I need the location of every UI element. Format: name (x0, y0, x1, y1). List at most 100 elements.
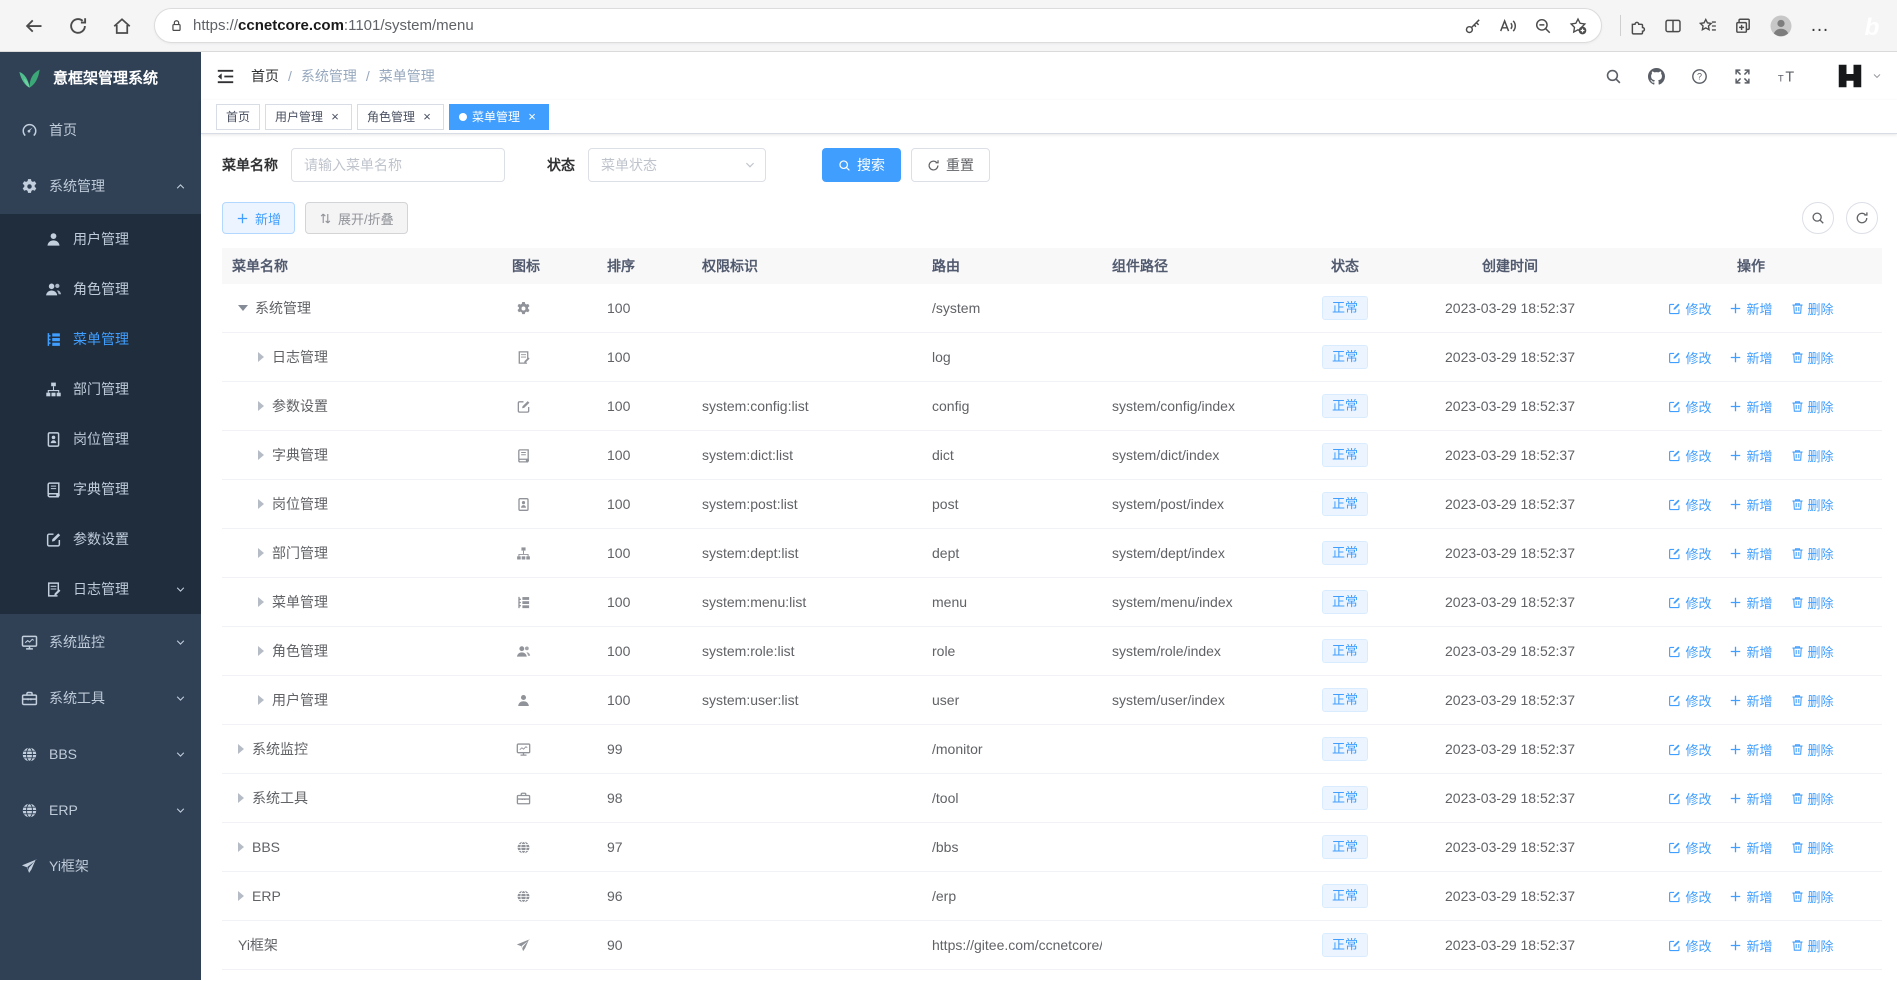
add-link[interactable]: 新增 (1729, 838, 1773, 857)
sidebar-item-gauge[interactable]: 首页 (0, 102, 201, 158)
delete-link[interactable]: 删除 (1791, 299, 1834, 318)
sidebar-item-pen[interactable]: 参数设置 (0, 514, 201, 564)
toggle-search-button[interactable] (1802, 202, 1834, 234)
edit-link[interactable]: 修改 (1668, 887, 1711, 906)
edit-link[interactable]: 修改 (1668, 348, 1711, 367)
back-icon[interactable] (24, 16, 44, 36)
delete-link[interactable]: 删除 (1791, 740, 1834, 759)
add-link[interactable]: 新增 (1729, 446, 1773, 465)
edit-link[interactable]: 修改 (1668, 740, 1711, 759)
sidebar-item-tree[interactable]: 部门管理 (0, 364, 201, 414)
add-link[interactable]: 新增 (1729, 348, 1773, 367)
sidebar-item-send[interactable]: Yi框架 (0, 838, 201, 894)
fullscreen-icon[interactable] (1734, 68, 1751, 85)
profile-avatar[interactable] (1769, 14, 1793, 38)
add-button[interactable]: 新增 (222, 202, 296, 234)
sidebar-item-book[interactable]: 字典管理 (0, 464, 201, 514)
expand-row-icon[interactable] (258, 352, 269, 362)
delete-link[interactable]: 删除 (1791, 544, 1834, 563)
expand-row-icon[interactable] (238, 891, 249, 901)
sidebar-item-globe[interactable]: BBS (0, 726, 201, 782)
edit-link[interactable]: 修改 (1668, 691, 1711, 710)
tab-close-icon[interactable]: × (328, 109, 342, 124)
add-link[interactable]: 新增 (1729, 299, 1773, 318)
font-size-icon[interactable] (1777, 68, 1799, 85)
tab-item[interactable]: 角色管理 × (357, 103, 445, 130)
expand-row-icon[interactable] (258, 450, 269, 460)
sidebar-item-users[interactable]: 角色管理 (0, 264, 201, 314)
search-button[interactable]: 搜索 (822, 148, 901, 182)
edit-link[interactable]: 修改 (1668, 495, 1711, 514)
delete-link[interactable]: 删除 (1791, 691, 1834, 710)
search-icon[interactable] (1605, 68, 1622, 85)
reload-icon[interactable] (68, 16, 88, 36)
add-favorite-star-icon[interactable] (1569, 17, 1587, 35)
delete-link[interactable]: 删除 (1791, 446, 1834, 465)
edit-link[interactable]: 修改 (1668, 936, 1711, 955)
delete-link[interactable]: 删除 (1791, 789, 1834, 808)
add-link[interactable]: 新增 (1729, 887, 1773, 906)
reset-button[interactable]: 重置 (911, 148, 990, 182)
expand-row-icon[interactable] (238, 744, 249, 754)
expand-row-icon[interactable] (258, 597, 269, 607)
delete-link[interactable]: 删除 (1791, 887, 1834, 906)
refresh-table-button[interactable] (1846, 202, 1878, 234)
menu-name-input[interactable] (291, 148, 505, 182)
expand-row-icon[interactable] (238, 793, 249, 803)
edit-link[interactable]: 修改 (1668, 642, 1711, 661)
expand-row-icon[interactable] (238, 842, 249, 852)
favorites-icon[interactable] (1699, 17, 1717, 35)
zoom-out-icon[interactable] (1534, 17, 1552, 35)
delete-link[interactable]: 删除 (1791, 936, 1834, 955)
add-link[interactable]: 新增 (1729, 593, 1773, 612)
edit-link[interactable]: 修改 (1668, 593, 1711, 612)
add-link[interactable]: 新增 (1729, 642, 1773, 661)
sidebar-item-monitor[interactable]: 系统监控 (0, 614, 201, 670)
sidebar-item-menu[interactable]: 菜单管理 (0, 314, 201, 364)
user-avatar-menu[interactable] (1835, 61, 1882, 91)
app-logo[interactable]: 意框架管理系统 (0, 52, 201, 102)
bing-icon[interactable] (1851, 5, 1893, 47)
add-link[interactable]: 新增 (1729, 544, 1773, 563)
tab-item[interactable]: 用户管理 × (265, 103, 353, 130)
home-icon[interactable] (112, 16, 132, 36)
delete-link[interactable]: 删除 (1791, 838, 1834, 857)
edit-link[interactable]: 修改 (1668, 446, 1711, 465)
status-select[interactable]: 菜单状态 (588, 148, 766, 182)
sidebar-item-log[interactable]: 日志管理 (0, 564, 201, 614)
edit-link[interactable]: 修改 (1668, 789, 1711, 808)
add-link[interactable]: 新增 (1729, 936, 1773, 955)
collapse-sidebar-icon[interactable] (216, 67, 235, 86)
expand-row-icon[interactable] (258, 695, 269, 705)
sidebar-item-user[interactable]: 用户管理 (0, 214, 201, 264)
sidebar-item-globe[interactable]: ERP (0, 782, 201, 838)
edit-link[interactable]: 修改 (1668, 397, 1711, 416)
collapse-row-icon[interactable] (238, 305, 248, 316)
breadcrumb-system[interactable]: 系统管理 (301, 66, 357, 86)
add-link[interactable]: 新增 (1729, 789, 1773, 808)
extensions-icon[interactable] (1629, 17, 1647, 35)
help-icon[interactable] (1691, 68, 1708, 85)
add-link[interactable]: 新增 (1729, 691, 1773, 710)
add-link[interactable]: 新增 (1729, 397, 1773, 416)
address-bar[interactable]: https://ccnetcore.com:1101/system/menu (154, 8, 1602, 43)
edit-link[interactable]: 修改 (1668, 299, 1711, 318)
delete-link[interactable]: 删除 (1791, 495, 1834, 514)
tab-item[interactable]: 首页 (216, 103, 261, 130)
delete-link[interactable]: 删除 (1791, 593, 1834, 612)
expand-row-icon[interactable] (258, 646, 269, 656)
edit-link[interactable]: 修改 (1668, 544, 1711, 563)
tab-item[interactable]: 菜单管理 × (449, 103, 550, 130)
add-link[interactable]: 新增 (1729, 740, 1773, 759)
tab-close-icon[interactable]: × (420, 109, 434, 124)
read-aloud-icon[interactable] (1499, 17, 1517, 35)
delete-link[interactable]: 删除 (1791, 348, 1834, 367)
edit-link[interactable]: 修改 (1668, 838, 1711, 857)
add-link[interactable]: 新增 (1729, 495, 1773, 514)
breadcrumb-home[interactable]: 首页 (251, 66, 279, 86)
url-text[interactable]: https://ccnetcore.com:1101/system/menu (193, 17, 474, 34)
split-screen-icon[interactable] (1664, 17, 1682, 35)
browser-menu-icon[interactable]: … (1810, 16, 1830, 35)
expand-row-icon[interactable] (258, 499, 269, 509)
delete-link[interactable]: 删除 (1791, 397, 1834, 416)
